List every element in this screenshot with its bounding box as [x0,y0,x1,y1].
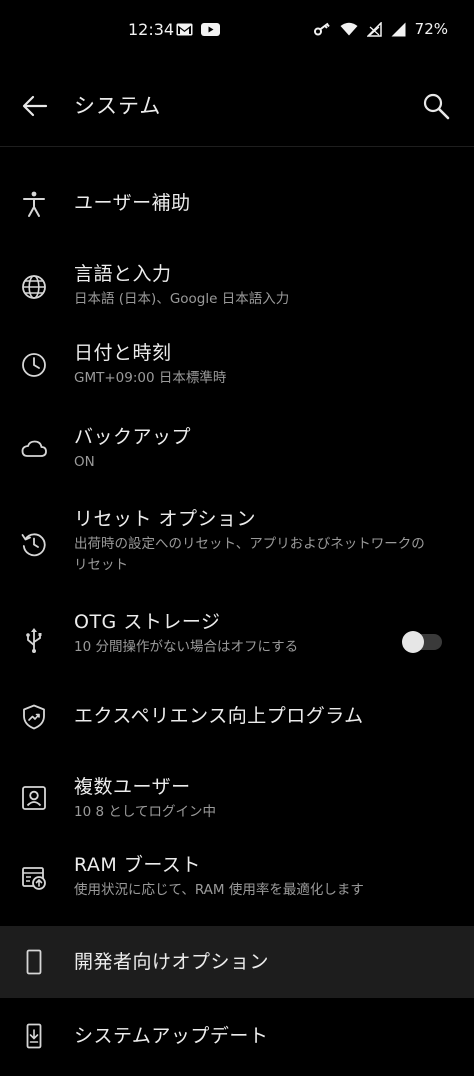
vpn-key-icon [313,22,331,36]
system-update-icon [20,1022,48,1050]
usb-icon [20,626,48,654]
status-time: 12:34 [128,20,175,39]
accessibility-icon [20,190,48,218]
item-title: RAM ブースト [74,854,201,876]
setting-developer-options[interactable]: 開発者向けオプション [0,926,474,998]
item-title: リセット オプション [74,508,257,530]
signal-icon [391,22,406,37]
item-title: ユーザー補助 [74,192,191,214]
item-subtitle: ON [74,454,95,470]
item-subtitle: 出荷時の設定へのリセット、アプリおよびネットワークのリセット [74,536,425,573]
item-title: 言語と入力 [74,263,172,285]
cloud-icon [20,435,48,463]
status-bar: 12:34 72% [0,0,474,62]
item-title: エクスペリエンス向上プログラム [74,705,364,727]
arrow-back-icon [18,89,52,123]
item-subtitle: 10 分間操作がない場合はオフにする [74,639,299,655]
setting-multiple-users[interactable]: 複数ユーザー 10 8 としてログイン中 [0,760,474,840]
setting-accessibility[interactable]: ユーザー補助 [0,162,474,246]
otg-toggle[interactable] [402,631,442,653]
youtube-icon [201,23,220,36]
shield-chart-icon [20,703,48,731]
item-subtitle: GMT+09:00 日本標準時 [74,370,227,386]
setting-date-time[interactable]: 日付と時刻 GMT+09:00 日本標準時 [0,328,474,410]
user-icon [20,784,48,812]
item-title: システムアップデート [74,1025,269,1047]
battery-percent: 72% [414,20,448,38]
search-button[interactable] [418,88,454,124]
item-subtitle: 10 8 としてログイン中 [74,804,216,820]
status-left-icons [176,23,220,36]
history-icon [20,530,48,558]
toggle-knob [402,631,424,653]
app-bar-divider [0,146,474,147]
page-title: システム [74,94,162,118]
item-title: OTG ストレージ [74,611,221,633]
app-bar: システム [0,72,474,140]
ram-boost-icon [20,864,48,892]
status-right: 72% [313,20,448,38]
item-subtitle: 使用状況に応じて、RAM 使用率を最適化します [74,882,364,898]
setting-system-update[interactable]: システムアップデート [0,998,474,1076]
setting-experience-program[interactable]: エクスペリエンス向上プログラム [0,676,474,760]
item-subtitle: 日本語 (日本)、Google 日本語入力 [74,291,290,307]
setting-reset-options[interactable]: リセット オプション 出荷時の設定へのリセット、アプリおよびネットワークのリセッ… [0,492,474,596]
search-icon [418,88,454,124]
back-button[interactable] [18,89,52,123]
item-title: 日付と時刻 [74,342,172,364]
item-title: 複数ユーザー [74,776,191,798]
no-signal-icon [366,21,382,37]
setting-ram-boost[interactable]: RAM ブースト 使用状況に応じて、RAM 使用率を最適化します [0,840,474,926]
item-title: 開発者向けオプション [74,951,270,973]
gmail-icon [176,23,193,36]
clock-icon [20,351,48,379]
settings-list: ユーザー補助 言語と入力 日本語 (日本)、Google 日本語入力 日付と時刻… [0,162,474,1076]
setting-language[interactable]: 言語と入力 日本語 (日本)、Google 日本語入力 [0,246,474,328]
wifi-icon [340,22,358,36]
setting-backup[interactable]: バックアップ ON [0,410,474,492]
phone-icon [20,948,48,976]
globe-icon [20,273,48,301]
setting-otg-storage[interactable]: OTG ストレージ 10 分間操作がない場合はオフにする [0,596,474,676]
item-title: バックアップ [74,426,192,448]
